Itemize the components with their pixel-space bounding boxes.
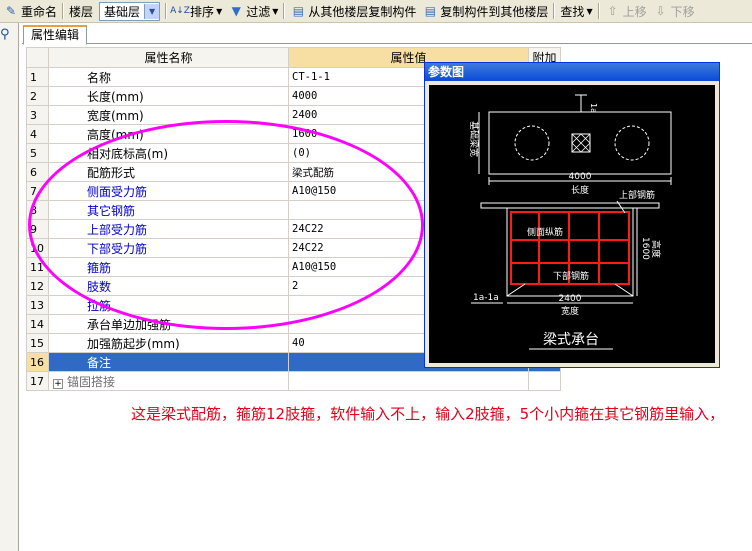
drawing-caption: 梁式承台: [543, 332, 599, 348]
move-down-button[interactable]: ⇩ 下移: [650, 1, 698, 21]
chamfer-right: [614, 283, 634, 297]
search-icon[interactable]: ⚲: [0, 27, 10, 42]
row-number: 8: [26, 200, 49, 220]
dialog-title[interactable]: 参数图: [425, 63, 719, 81]
toolbar: ✎ 重命名 楼层 基础层 ▼ A↓Z 排序 ▼ ▼ 过滤 ▼ ▤ 从其他楼层复制构件…: [0, 0, 752, 23]
row-number: 16: [26, 352, 49, 372]
bottom-rebar-label: 下部钢筋: [553, 270, 589, 282]
diagram-canvas: 1a 基础梁宽 4000 长度 1600 高度 上部钢筋 侧面纵筋 下部钢筋 2…: [429, 85, 715, 363]
grid-header-corner: [26, 47, 49, 68]
sort-az-icon: A↓Z: [170, 6, 190, 16]
pile-circle-left: [514, 125, 550, 161]
tab-property-edit[interactable]: 属性编辑: [23, 25, 88, 45]
rename-icon: ✎: [5, 4, 17, 18]
property-name: 其它钢筋: [48, 200, 289, 220]
extra-cell: [528, 371, 561, 391]
row-number: 13: [26, 295, 49, 315]
property-name: 拉筋: [48, 295, 289, 315]
filter-button[interactable]: ▼ 过滤 ▼: [225, 1, 281, 21]
property-name: + 锚固搭接: [48, 371, 289, 391]
height-value: 1600: [640, 237, 650, 260]
side-dim-label: 基础梁宽: [468, 121, 480, 157]
width-label: 宽度: [561, 305, 579, 317]
chamfer-left: [506, 283, 526, 297]
row-number: 11: [26, 257, 49, 277]
left-pane: ⚲: [0, 23, 19, 551]
height-label: 高度: [650, 240, 662, 258]
floor-select-value: 基础层: [104, 4, 141, 19]
property-name: 备注: [48, 352, 289, 372]
annotation-note: 这是梁式配筋，箍筋12肢箍，软件输入不上，输入2肢箍，5个小内箍在其它钢筋里输入…: [131, 405, 725, 423]
property-name: 下部受力筋: [48, 238, 289, 258]
row-number: 12: [26, 276, 49, 296]
property-name: 上部受力筋: [48, 219, 289, 239]
caret-down-icon: ▼: [272, 6, 279, 16]
toolbar-separator: [283, 3, 286, 19]
copy-to-floor-button[interactable]: ▤ 复制构件到其他楼层: [419, 1, 551, 21]
toolbar-separator: [62, 3, 65, 19]
property-name: 箍筋: [48, 257, 289, 277]
tab-bar: 属性编辑: [22, 23, 752, 45]
property-name: 名称: [48, 67, 289, 87]
pile-circle-right: [614, 125, 650, 161]
row-number: 4: [26, 124, 49, 144]
property-value[interactable]: [288, 371, 529, 391]
property-name: 肢数: [48, 276, 289, 296]
property-name: 承台单边加强筋: [48, 314, 289, 334]
parameter-diagram-window: 参数图 1a 基础梁宽 4000 长度 1600 高度 上部钢筋 侧面纵筋 下部…: [424, 62, 720, 368]
floor-label: 楼层: [69, 4, 94, 19]
row-number: 7: [26, 181, 49, 201]
property-name: 侧面受力筋: [48, 181, 289, 201]
column-hatch: [571, 133, 591, 153]
table-row[interactable]: 17 + 锚固搭接: [26, 371, 561, 391]
property-name: 加强筋起步(mm): [48, 333, 289, 353]
toolbar-separator: [165, 3, 168, 19]
property-name: 长度(mm): [48, 86, 289, 106]
property-name: 宽度(mm): [48, 105, 289, 125]
row-number: 9: [26, 219, 49, 239]
rename-button[interactable]: ✎ 重命名: [0, 1, 60, 21]
toolbar-separator: [553, 3, 556, 19]
property-name-label: 锚固搭接: [67, 374, 116, 389]
row-number: 17: [26, 371, 49, 391]
beam-top-flange: [480, 202, 660, 209]
move-up-button[interactable]: ⇧ 上移: [602, 1, 650, 21]
find-button[interactable]: 查找 ▼: [557, 1, 595, 21]
width-value: 2400: [559, 294, 582, 304]
length-value: 4000: [569, 172, 592, 182]
copy-from-floor-button[interactable]: ▤ 从其他楼层复制构件: [287, 1, 419, 21]
row-number: 14: [26, 314, 49, 334]
caret-down-icon: ▼: [216, 6, 223, 16]
section-label: 1a-1a: [473, 293, 499, 303]
copy-out-icon: ▤: [424, 4, 437, 18]
property-name: 相对底标高(m): [48, 143, 289, 163]
row-number: 15: [26, 333, 49, 353]
plan-outline: [488, 111, 672, 175]
row-number: 1: [26, 67, 49, 87]
row-number: 3: [26, 105, 49, 125]
section-mark-label: 1a: [589, 103, 598, 113]
length-label: 长度: [571, 184, 589, 196]
filter-icon: ▼: [231, 4, 241, 18]
caret-down-icon: ▼: [586, 6, 593, 16]
top-rebar-label: 上部钢筋: [619, 189, 655, 201]
row-number: 2: [26, 86, 49, 106]
chevron-down-icon[interactable]: ▼: [144, 3, 160, 19]
copy-in-icon: ▤: [292, 4, 305, 18]
row-number: 10: [26, 238, 49, 258]
arrow-up-icon: ⇧: [607, 4, 618, 18]
sort-button[interactable]: A↓Z 排序 ▼: [169, 1, 225, 21]
arrow-down-icon: ⇩: [655, 4, 666, 18]
property-name: 配筋形式: [48, 162, 289, 182]
row-number: 6: [26, 162, 49, 182]
side-rebar-label: 侧面纵筋: [527, 226, 563, 238]
expand-plus-icon[interactable]: +: [53, 378, 63, 389]
pile-cap-drawing: 1a 基础梁宽 4000 长度 1600 高度 上部钢筋 侧面纵筋 下部钢筋 2…: [468, 94, 672, 350]
toolbar-separator: [597, 3, 600, 19]
floor-select[interactable]: 基础层 ▼: [99, 1, 161, 21]
property-name: 高度(mm): [48, 124, 289, 144]
grid-header-name[interactable]: 属性名称: [48, 47, 289, 68]
row-number: 5: [26, 143, 49, 163]
